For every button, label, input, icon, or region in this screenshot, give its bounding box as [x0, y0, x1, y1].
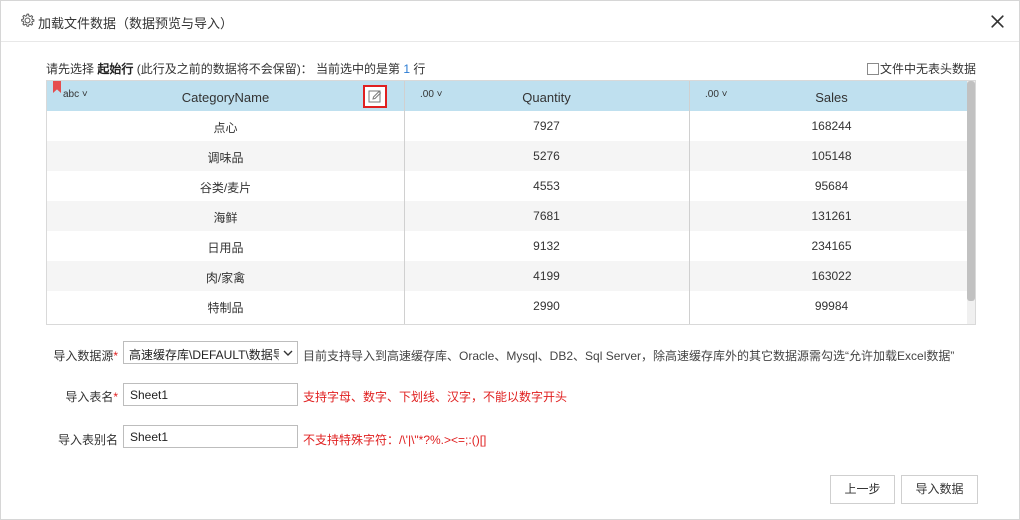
dialog-titlebar: 加载文件数据（数据预览与导入）	[1, 1, 1019, 42]
column-header-sales: .00 ˅ Sales	[689, 81, 969, 111]
source-label-text: 导入数据源	[53, 349, 114, 363]
table-cell: 7681	[533, 209, 560, 223]
table-cell: 调味品	[207, 151, 244, 165]
table-alias-note: 不支持特殊字符：/\'|\"*?%.><=;:()[]	[303, 433, 487, 447]
table-cell: 105148	[811, 149, 852, 163]
table-row[interactable]: 调味品 5276 105148	[47, 141, 967, 171]
data-preview-grid: abc ˅ CategoryName .00 ˅ Quantity .00 ˅ …	[46, 80, 976, 325]
table-name-label: 导入表名*	[46, 388, 118, 405]
prev-step-button[interactable]: 上一步	[830, 475, 895, 504]
table-cell: 谷类/麦片	[199, 181, 252, 195]
hint-middle: (此行及之前的数据将不会保留)： 当前选中的是第	[133, 62, 404, 76]
table-cell: 163022	[811, 269, 852, 283]
column-name: Sales	[815, 90, 848, 105]
source-label: 导入数据源*	[46, 347, 118, 364]
import-data-button[interactable]: 导入数据	[901, 475, 978, 504]
gear-icon	[21, 13, 35, 27]
table-name-note: 支持字母、数字、下划线、汉字，不能以数字开头	[303, 390, 568, 404]
table-name-input[interactable]	[123, 383, 298, 406]
table-cell: 点心	[213, 121, 238, 135]
source-note: 目前支持导入到高速缓存库、Oracle、Mysql、DB2、Sql Server…	[303, 349, 955, 363]
column-divider	[404, 81, 405, 324]
table-cell: 特制品	[207, 301, 244, 315]
column-name: Quantity	[522, 90, 571, 105]
load-file-dialog: 加载文件数据（数据预览与导入） 请先选择 起始行 (此行及之前的数据将不会保留)…	[0, 0, 1020, 520]
required-mark: *	[113, 349, 118, 363]
table-row[interactable]: 肉/家禽 4199 163022	[47, 261, 967, 291]
hint-prefix: 请先选择	[46, 62, 98, 76]
table-row[interactable]: 日用品 9132 234165	[47, 231, 967, 261]
dialog-title: 加载文件数据（数据预览与导入）	[38, 16, 234, 31]
grid-header: abc ˅ CategoryName .00 ˅ Quantity .00 ˅ …	[47, 81, 975, 111]
table-cell: 99984	[814, 299, 849, 313]
chevron-down-icon	[283, 350, 293, 356]
close-icon[interactable]	[989, 13, 1006, 30]
table-cell: 234165	[811, 239, 852, 253]
table-row[interactable]: 海鲜 7681 131261	[47, 201, 967, 231]
data-source-value: 高速缓存库\DEFAULT\数据导	[129, 348, 279, 362]
table-cell: 95684	[814, 179, 849, 193]
table-cell: 肉/家禽	[205, 271, 246, 285]
column-name: CategoryName	[181, 90, 270, 105]
hint-start-row: 起始行	[97, 62, 134, 76]
column-divider	[689, 81, 690, 324]
column-header-quantity: .00 ˅ Quantity	[404, 81, 689, 111]
table-alias-label: 导入表别名	[57, 433, 118, 447]
table-name-label-text: 导入表名	[65, 390, 114, 404]
start-row-hint: 请先选择 起始行 (此行及之前的数据将不会保留)： 当前选中的是第 1 行 文件…	[46, 60, 976, 76]
table-row[interactable]: 特制品 2990 99984	[47, 291, 967, 321]
scrollbar-thumb[interactable]	[967, 81, 975, 301]
table-alias-input[interactable]	[123, 425, 298, 448]
required-mark: *	[113, 390, 118, 404]
table-cell: 4199	[533, 269, 560, 283]
data-source-select[interactable]: 高速缓存库\DEFAULT\数据导	[123, 341, 298, 364]
edit-icon	[368, 90, 382, 103]
column-header-categoryname: abc ˅ CategoryName	[47, 81, 404, 111]
table-cell: 7927	[533, 119, 560, 133]
table-cell: 日用品	[207, 241, 244, 255]
no-header-label: 文件中无表头数据	[879, 62, 976, 76]
table-cell: 168244	[811, 119, 852, 133]
table-row[interactable]: 点心 7927 168244	[47, 111, 967, 141]
table-cell: 131261	[811, 209, 852, 223]
table-cell: 9132	[533, 239, 560, 253]
table-cell: 2990	[533, 299, 560, 313]
table-cell: 海鲜	[213, 211, 238, 225]
checkbox-box[interactable]	[866, 62, 879, 75]
edit-column-button[interactable]	[363, 85, 387, 108]
hint-suffix: 行	[410, 62, 426, 76]
table-cell: 4553	[533, 179, 560, 193]
table-row[interactable]: 谷类/麦片 4553 95684	[47, 171, 967, 201]
table-cell: 5276	[533, 149, 560, 163]
no-header-checkbox[interactable]: 文件中无表头数据	[866, 60, 976, 77]
